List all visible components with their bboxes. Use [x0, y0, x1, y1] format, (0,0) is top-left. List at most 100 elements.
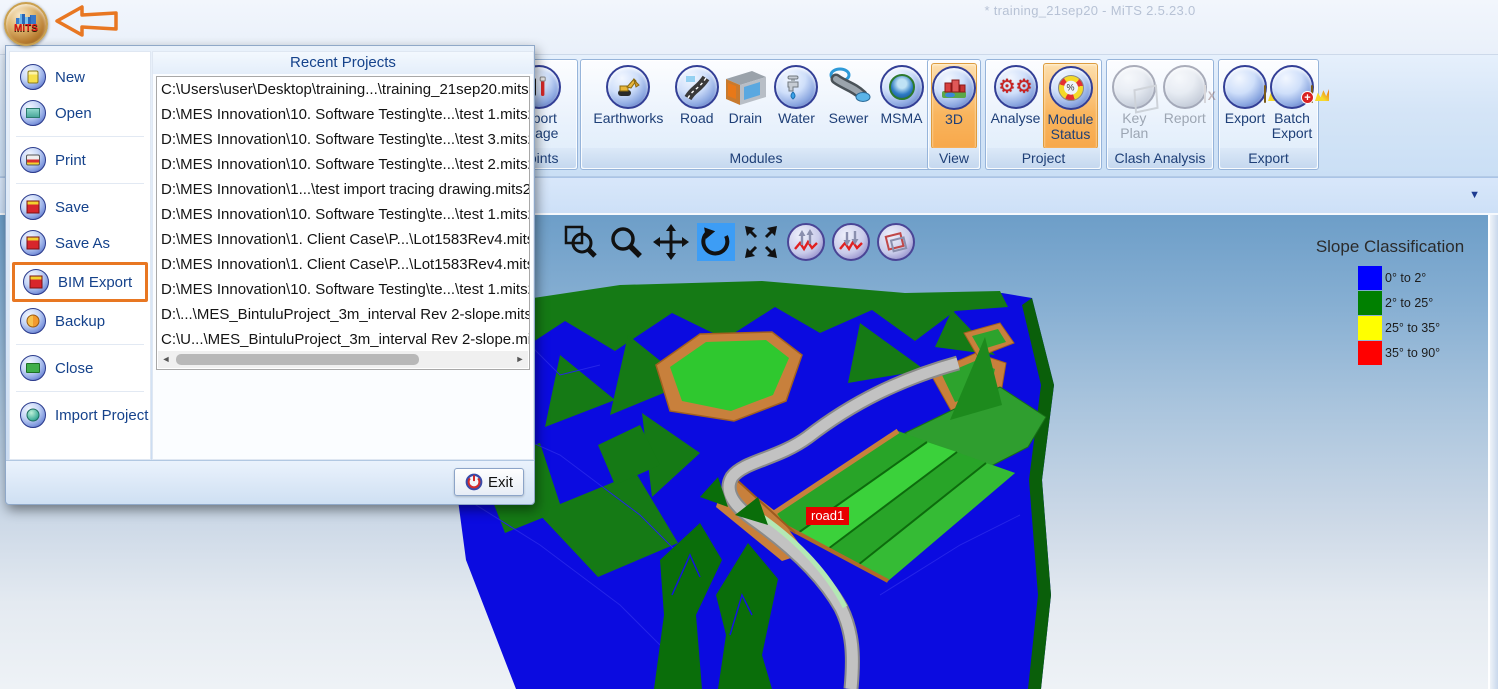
msma-button[interactable]: MSMA [875, 63, 928, 149]
3d-view-icon [932, 66, 976, 110]
backup-icon [20, 308, 46, 334]
pan-icon[interactable] [652, 223, 690, 261]
ribbon-group-modules: Earthworks Road Drain Water Sewer MSMA M… [580, 59, 932, 170]
chevron-down-icon[interactable]: ▼ [1469, 189, 1480, 201]
menu-item-open[interactable]: Open [12, 96, 148, 130]
water-button[interactable]: Water [771, 63, 822, 149]
road-icon [674, 65, 719, 109]
terrain-up-icon[interactable] [787, 223, 825, 261]
window-title: * training_21sep20 - MiTS 2.5.23.0 [984, 3, 1196, 18]
recent-project-item[interactable]: D:\MES Innovation\10. Software Testing\t… [157, 127, 529, 152]
key-plan-icon [1112, 65, 1159, 114]
annotation-arrow-icon [55, 5, 118, 37]
sewer-icon [826, 65, 872, 109]
legend-entry: 0° to 2° [1358, 265, 1480, 290]
menu-item-save[interactable]: Save [12, 190, 148, 224]
legend-swatch-blue [1358, 265, 1382, 290]
legend-swatch-green [1358, 290, 1382, 315]
report-button[interactable]: Report [1160, 63, 1210, 149]
recent-project-item[interactable]: D:\...\MES_BintuluProject_3m_interval Re… [157, 302, 529, 327]
ribbon-group-export: Export + Batch Export Export [1218, 59, 1319, 170]
ribbon-group-project: ⚙⚙ Analyse Module Status Project [985, 59, 1102, 170]
new-document-icon [20, 64, 46, 90]
menu-item-save-as[interactable]: Save As [12, 226, 148, 260]
analyse-button[interactable]: ⚙⚙ Analyse [989, 63, 1042, 149]
application-window: * training_21sep20 - MiTS 2.5.23.0 mport… [0, 0, 1498, 689]
menu-item-close[interactable]: Close [12, 351, 148, 385]
key-plan-view-icon[interactable] [877, 223, 915, 261]
horizontal-scrollbar[interactable]: ◄ ► [158, 351, 528, 368]
zoom-extents-icon[interactable] [742, 223, 780, 261]
viewport-toolbar [562, 223, 915, 261]
menu-item-list: New Open Print Save Save As BIM Export B… [9, 51, 151, 460]
recent-project-item[interactable]: C:\Users\user\Desktop\training...\traini… [157, 77, 529, 102]
earthworks-button[interactable]: Earthworks [584, 63, 673, 149]
application-menu-button[interactable]: MiTS [4, 2, 48, 46]
bim-export-icon [23, 269, 49, 295]
recent-project-item[interactable]: C:\U...\MES_BintuluProject_3m_interval R… [157, 327, 529, 352]
menu-item-print[interactable]: Print [12, 143, 148, 177]
water-icon [774, 65, 819, 109]
ribbon-group-title: Modules [582, 148, 930, 168]
menu-item-backup[interactable]: Backup [12, 304, 148, 338]
save-as-icon [20, 230, 46, 256]
recent-project-item[interactable]: D:\MES Innovation\1. Client Case\P...\Lo… [157, 252, 529, 277]
legend-entry: 2° to 25° [1358, 290, 1480, 315]
ribbon-group-title: Project [987, 148, 1100, 168]
terrain-down-icon[interactable] [832, 223, 870, 261]
recent-project-item[interactable]: D:\MES Innovation\1...\test import traci… [157, 177, 529, 202]
open-folder-icon [20, 100, 46, 126]
save-icon [20, 194, 46, 220]
ribbon-group-clash-analysis: Key Plan Report Clash Analysis [1106, 59, 1214, 170]
view-3d-button[interactable]: 3D [931, 63, 977, 149]
scrollbar-thumb[interactable] [176, 354, 420, 365]
recent-project-item[interactable]: D:\MES Innovation\10. Software Testing\t… [157, 152, 529, 177]
menu-footer: Exit [6, 460, 534, 504]
recent-projects-panel: Recent Projects C:\Users\user\Desktop\tr… [152, 51, 534, 460]
close-icon [20, 355, 46, 381]
recent-projects-list: C:\Users\user\Desktop\training...\traini… [156, 76, 530, 370]
printer-icon [20, 147, 46, 173]
ribbon-group-title: View [929, 148, 979, 168]
status-pie-icon [1048, 66, 1093, 110]
drain-button[interactable]: Drain [721, 63, 770, 149]
scroll-left-arrow-icon[interactable]: ◄ [158, 351, 174, 368]
scroll-right-arrow-icon[interactable]: ► [512, 351, 528, 368]
batch-export-button[interactable]: + Batch Export [1269, 63, 1315, 149]
recent-project-item[interactable]: D:\MES Innovation\10. Software Testing\t… [157, 277, 529, 302]
export-button[interactable]: Export [1222, 63, 1268, 149]
road-label: road1 [806, 507, 850, 525]
legend-swatch-red [1358, 340, 1382, 365]
rotate-icon[interactable] [697, 223, 735, 261]
menu-separator [16, 183, 144, 184]
zoom-window-icon[interactable] [562, 223, 600, 261]
application-menu: New Open Print Save Save As BIM Export B… [5, 45, 535, 505]
recent-project-item[interactable]: D:\MES Innovation\1. Client Case\P...\Lo… [157, 227, 529, 252]
exit-button[interactable]: Exit [453, 468, 524, 496]
legend-entry: 25° to 35° [1358, 315, 1480, 340]
road-button[interactable]: Road [674, 63, 720, 149]
drain-icon [722, 65, 768, 109]
ribbon-group-view: 3D View [927, 59, 981, 170]
gears-icon: ⚙⚙ [993, 65, 1038, 109]
zoom-icon[interactable] [607, 223, 645, 261]
scrollbar-track[interactable] [174, 351, 512, 368]
menu-item-import-project[interactable]: Import Project [12, 398, 148, 432]
menu-item-bim-export[interactable]: BIM Export [12, 262, 148, 302]
module-status-button[interactable]: Module Status [1043, 63, 1098, 149]
sewer-button[interactable]: Sewer [823, 63, 874, 149]
key-plan-button[interactable]: Key Plan [1110, 63, 1159, 149]
ribbon-group-title: Clash Analysis [1108, 148, 1212, 168]
recent-project-item[interactable]: D:\MES Innovation\10. Software Testing\t… [157, 102, 529, 127]
export-folder-icon [1223, 65, 1267, 109]
menu-item-new[interactable]: New [12, 60, 148, 94]
import-project-icon [20, 402, 46, 428]
power-icon [465, 473, 483, 491]
legend-entry: 35° to 90° [1358, 340, 1480, 365]
menu-separator [16, 391, 144, 392]
recent-projects-header: Recent Projects [153, 52, 533, 74]
menu-separator [16, 344, 144, 345]
msma-icon [879, 65, 924, 109]
recent-project-item[interactable]: D:\MES Innovation\10. Software Testing\t… [157, 202, 529, 227]
report-icon [1162, 65, 1207, 109]
